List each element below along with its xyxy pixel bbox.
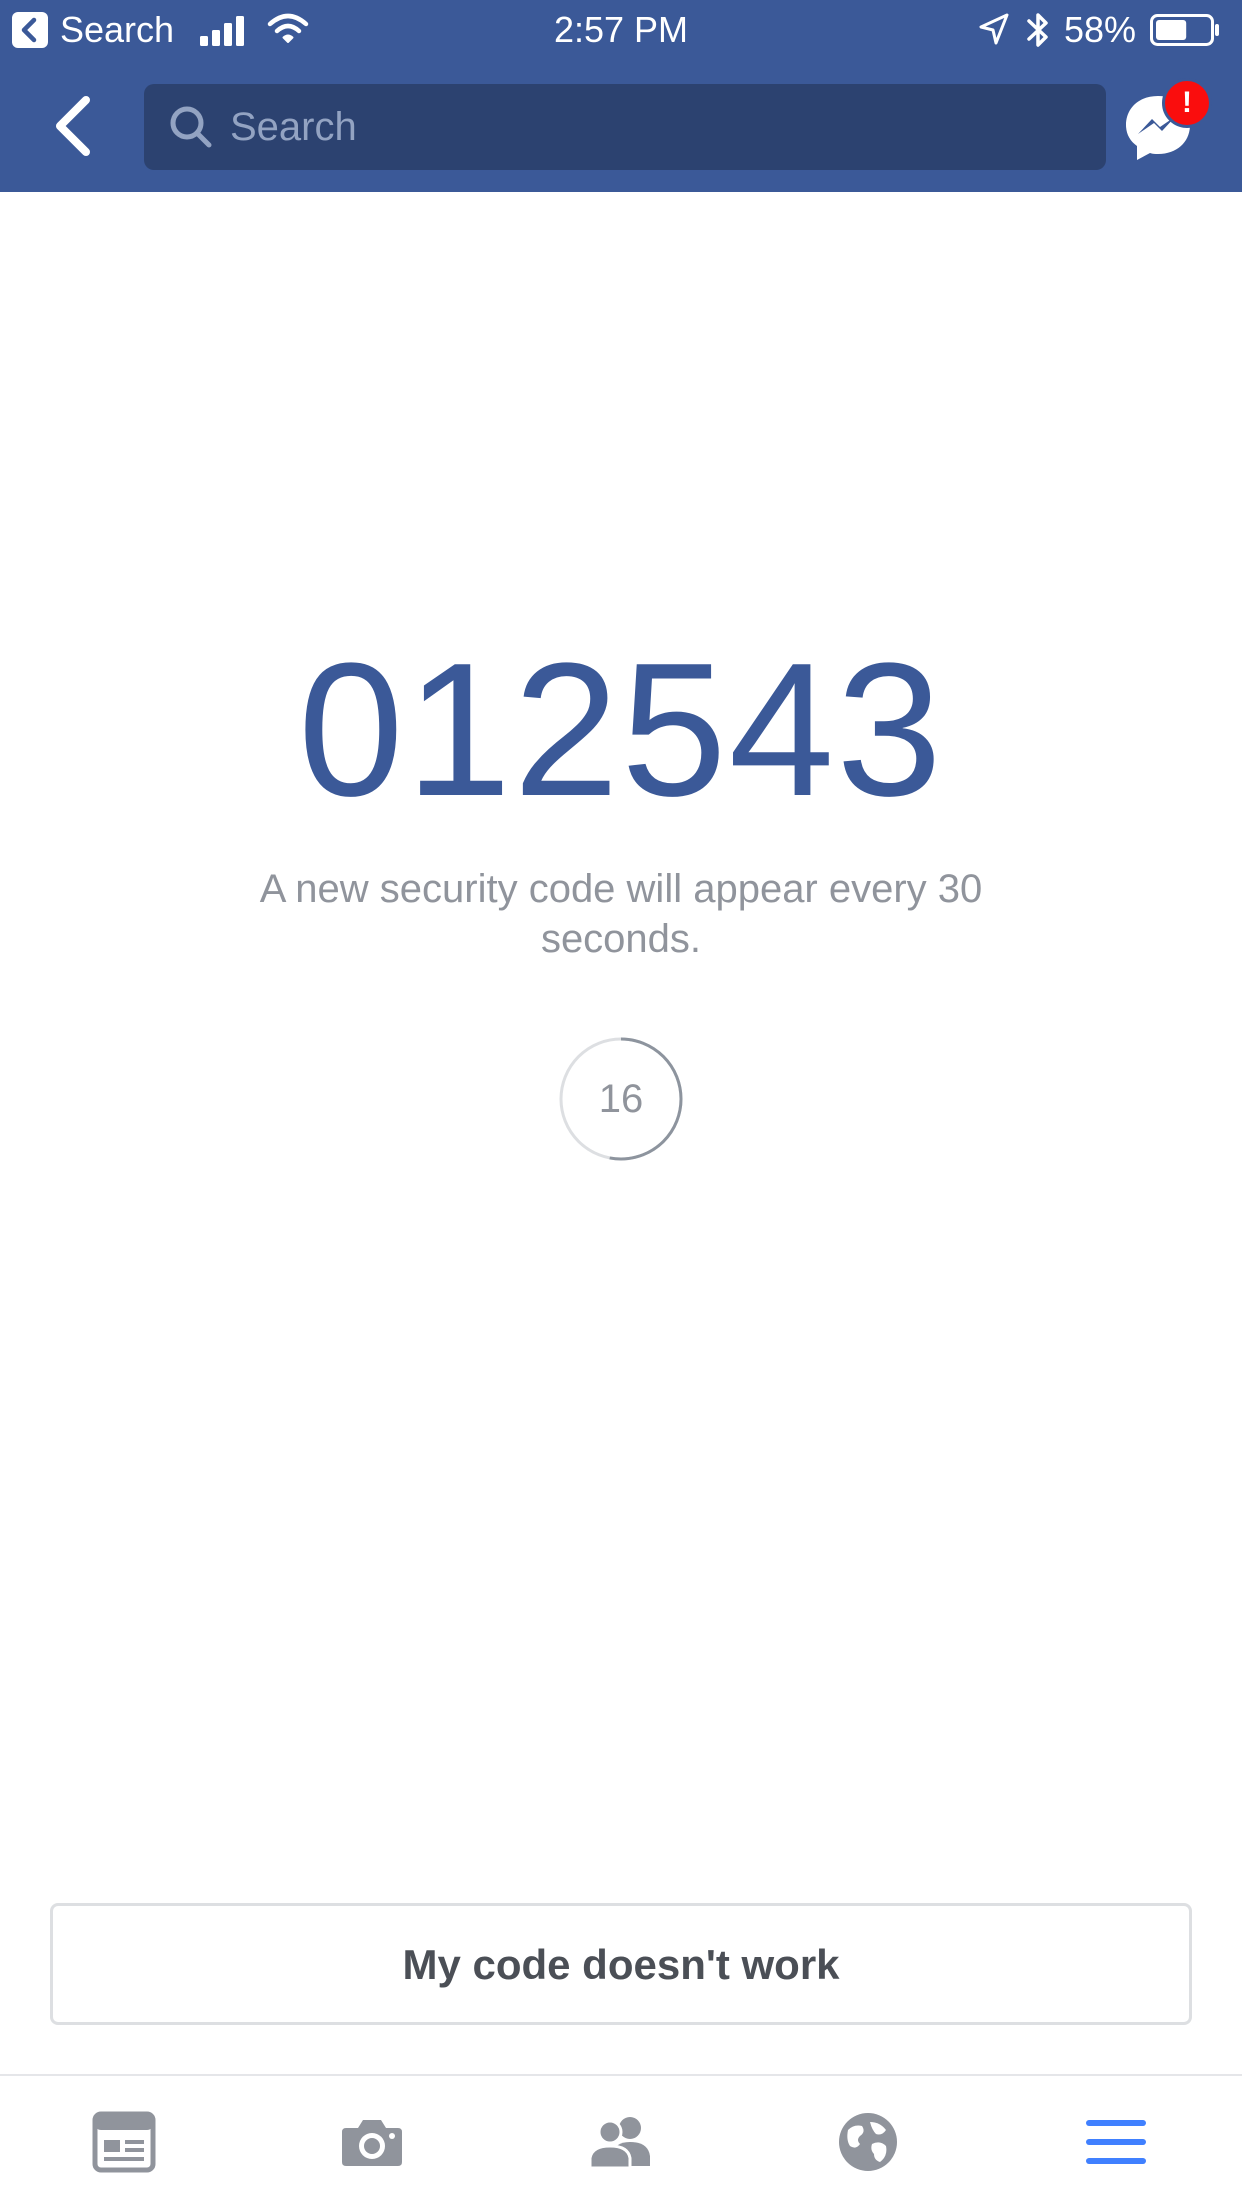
code-doesnt-work-button[interactable]: My code doesn't work bbox=[50, 1903, 1192, 2025]
battery-percentage: 58% bbox=[1064, 9, 1137, 50]
back-chevron-icon[interactable] bbox=[46, 94, 106, 158]
bottom-tab-bar bbox=[0, 2074, 1242, 2210]
clock: 2:57 PM bbox=[553, 9, 689, 50]
tab-news-feed[interactable] bbox=[0, 2090, 248, 2194]
messenger-button[interactable]: ! bbox=[1124, 78, 1220, 174]
menu-icon bbox=[1086, 2120, 1146, 2164]
search-input[interactable] bbox=[230, 84, 1090, 170]
search-bar[interactable] bbox=[144, 84, 1106, 170]
status-bar: Search 2:57 PM 58% bbox=[0, 0, 1242, 60]
news-feed-icon bbox=[92, 2111, 156, 2173]
navigation-bar: ! bbox=[0, 60, 1242, 192]
security-code-info-text: A new security code will appear every 30… bbox=[259, 867, 983, 961]
camera-icon bbox=[342, 2120, 402, 2166]
battery-level-fill bbox=[1156, 20, 1187, 40]
battery-icon bbox=[1150, 14, 1219, 46]
bluetooth-icon bbox=[1027, 13, 1048, 47]
countdown-timer: 16 bbox=[557, 1035, 685, 1163]
friends-icon bbox=[588, 2117, 650, 2170]
countdown-seconds: 16 bbox=[598, 1077, 644, 1121]
tab-notifications[interactable] bbox=[744, 2090, 992, 2194]
tab-camera[interactable] bbox=[248, 2090, 496, 2194]
search-icon bbox=[170, 106, 212, 148]
tab-menu[interactable] bbox=[992, 2090, 1240, 2194]
security-code: 012543 bbox=[297, 624, 944, 836]
location-arrow-icon bbox=[979, 13, 1009, 45]
globe-icon bbox=[839, 2113, 897, 2171]
notification-badge: ! bbox=[1162, 78, 1212, 128]
tab-friends[interactable] bbox=[496, 2090, 744, 2194]
